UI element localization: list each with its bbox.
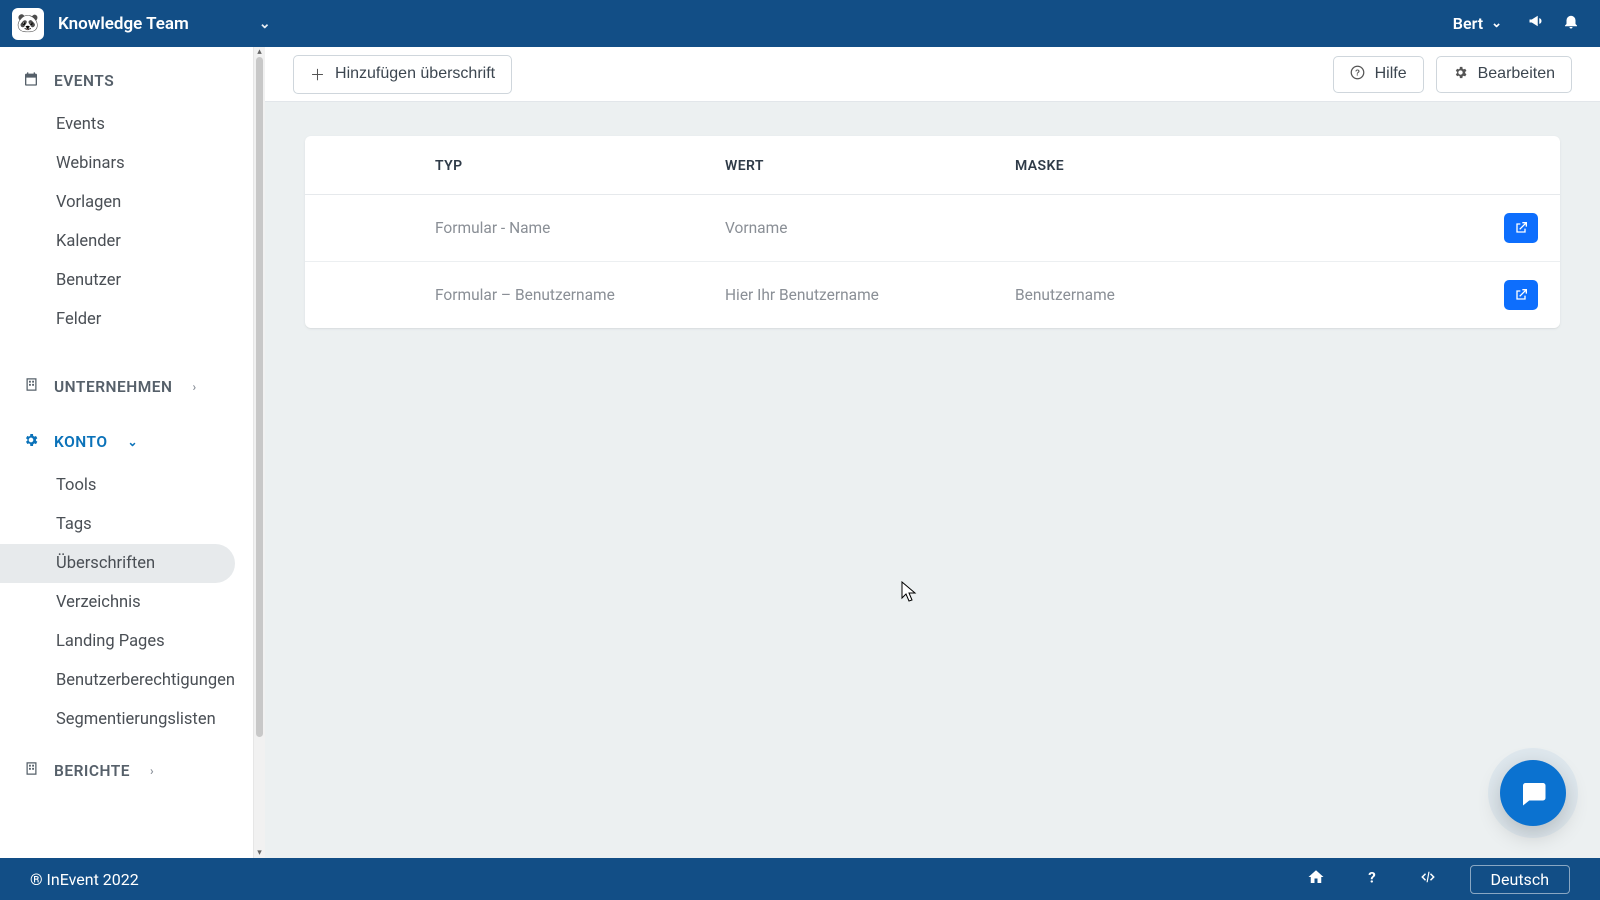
question-circle-icon: ? bbox=[1350, 65, 1365, 84]
sidebar-item-events[interactable]: Events bbox=[0, 105, 235, 144]
column-header-mask: MASKE bbox=[1005, 136, 1470, 195]
chevron-down-icon: ⌄ bbox=[1491, 16, 1502, 31]
help-button[interactable]: ? Hilfe bbox=[1333, 56, 1424, 93]
sidebar-item-felder[interactable]: Felder bbox=[0, 300, 235, 339]
calendar-icon bbox=[22, 71, 40, 91]
footer: ® InEvent 2022 ? Deutsch bbox=[0, 858, 1600, 900]
sidebar-section-konto[interactable]: KONTO ⌄ bbox=[0, 426, 253, 458]
sidebar-item-tools[interactable]: Tools bbox=[0, 466, 235, 505]
sidebar-section-label: BERICHTE bbox=[54, 762, 130, 780]
headings-table-card: TYP WERT MASKE Formular - Name Vorname bbox=[305, 136, 1560, 328]
chevron-right-icon: › bbox=[193, 380, 197, 394]
external-edit-icon bbox=[1513, 287, 1529, 303]
help-icon[interactable]: ? bbox=[1344, 868, 1400, 891]
sidebar-item-tags[interactable]: Tags bbox=[0, 505, 235, 544]
action-bar: ＋ Hinzufügen überschrift ? Hilfe Bearbei… bbox=[265, 47, 1600, 102]
sidebar-section-berichte[interactable]: BERICHTE › bbox=[0, 755, 253, 786]
user-name: Bert bbox=[1453, 14, 1483, 33]
chat-icon bbox=[1518, 778, 1548, 808]
button-label: Hilfe bbox=[1375, 65, 1407, 83]
main-content: ＋ Hinzufügen überschrift ? Hilfe Bearbei… bbox=[265, 47, 1600, 858]
gear-icon bbox=[22, 432, 40, 452]
add-heading-button[interactable]: ＋ Hinzufügen überschrift bbox=[293, 55, 512, 94]
sidebar-scrollbar[interactable]: ▴ ▾ bbox=[253, 47, 265, 858]
plus-icon: ＋ bbox=[310, 64, 325, 85]
sidebar: EVENTS Events Webinars Vorlagen Kalender… bbox=[0, 47, 253, 858]
cursor-icon bbox=[901, 581, 917, 603]
sidebar-item-kalender[interactable]: Kalender bbox=[0, 222, 235, 261]
chevron-down-icon: ⌄ bbox=[128, 435, 139, 449]
announcements-icon[interactable] bbox=[1520, 12, 1554, 35]
cell-mask: Benutzername bbox=[1005, 262, 1470, 329]
sidebar-item-vorlagen[interactable]: Vorlagen bbox=[0, 183, 235, 222]
sidebar-item-segmentierungslisten[interactable]: Segmentierungslisten bbox=[0, 700, 235, 739]
button-label: Hinzufügen überschrift bbox=[335, 65, 495, 83]
user-menu[interactable]: Bert ⌄ bbox=[1453, 14, 1502, 33]
column-header-value: WERT bbox=[715, 136, 1005, 195]
workspace-switcher[interactable]: Knowledge Team ⌄ bbox=[58, 14, 271, 34]
column-header-type: TYP bbox=[425, 136, 715, 195]
chat-launcher-button[interactable] bbox=[1500, 760, 1566, 826]
edit-row-button[interactable] bbox=[1504, 280, 1538, 310]
sidebar-item-ueberschriften[interactable]: Überschriften bbox=[0, 544, 235, 583]
language-selector[interactable]: Deutsch bbox=[1470, 865, 1570, 894]
sidebar-section-label: EVENTS bbox=[54, 72, 114, 90]
sidebar-item-benutzer[interactable]: Benutzer bbox=[0, 261, 235, 300]
edit-row-button[interactable] bbox=[1504, 213, 1538, 243]
chevron-right-icon: › bbox=[150, 764, 154, 778]
language-label: Deutsch bbox=[1491, 870, 1549, 889]
app-logo[interactable]: 🐼 bbox=[12, 8, 44, 40]
scroll-down-icon[interactable]: ▾ bbox=[254, 848, 265, 858]
headings-table: TYP WERT MASKE Formular - Name Vorname bbox=[305, 136, 1560, 328]
notifications-icon[interactable] bbox=[1554, 12, 1588, 35]
edit-button[interactable]: Bearbeiten bbox=[1436, 56, 1572, 93]
button-label: Bearbeiten bbox=[1478, 65, 1555, 83]
table-row: Formular - Name Vorname bbox=[305, 195, 1560, 262]
external-edit-icon bbox=[1513, 220, 1529, 236]
cell-type: Formular – Benutzername bbox=[425, 262, 715, 329]
sidebar-item-verzeichnis[interactable]: Verzeichnis bbox=[0, 583, 235, 622]
building-icon bbox=[22, 761, 40, 780]
table-row: Formular – Benutzername Hier Ihr Benutze… bbox=[305, 262, 1560, 329]
footer-copyright: ® InEvent 2022 bbox=[30, 870, 139, 889]
sidebar-item-landing-pages[interactable]: Landing Pages bbox=[0, 622, 235, 661]
cell-mask bbox=[1005, 195, 1470, 262]
sidebar-section-unternehmen[interactable]: UNTERNEHMEN › bbox=[0, 371, 253, 402]
sidebar-section-label: UNTERNEHMEN bbox=[54, 378, 173, 396]
topbar: 🐼 Knowledge Team ⌄ Bert ⌄ bbox=[0, 0, 1600, 47]
building-icon bbox=[22, 377, 40, 396]
cell-value: Hier Ihr Benutzername bbox=[715, 262, 1005, 329]
workspace-name: Knowledge Team bbox=[58, 14, 189, 34]
scroll-up-icon[interactable]: ▴ bbox=[254, 47, 265, 57]
sidebar-section-events[interactable]: EVENTS bbox=[0, 65, 253, 97]
code-icon[interactable] bbox=[1400, 868, 1456, 891]
cell-type: Formular - Name bbox=[425, 195, 715, 262]
sidebar-item-webinars[interactable]: Webinars bbox=[0, 144, 235, 183]
sidebar-section-label: KONTO bbox=[54, 433, 108, 451]
sidebar-item-benutzerberechtigungen[interactable]: Benutzerberechtigungen bbox=[0, 661, 235, 700]
gear-icon bbox=[1453, 65, 1468, 84]
cell-value: Vorname bbox=[715, 195, 1005, 262]
svg-text:?: ? bbox=[1368, 868, 1375, 886]
home-icon[interactable] bbox=[1288, 868, 1344, 891]
chevron-down-icon: ⌄ bbox=[259, 16, 271, 32]
scrollbar-thumb[interactable] bbox=[256, 57, 263, 737]
svg-text:?: ? bbox=[1355, 68, 1360, 77]
